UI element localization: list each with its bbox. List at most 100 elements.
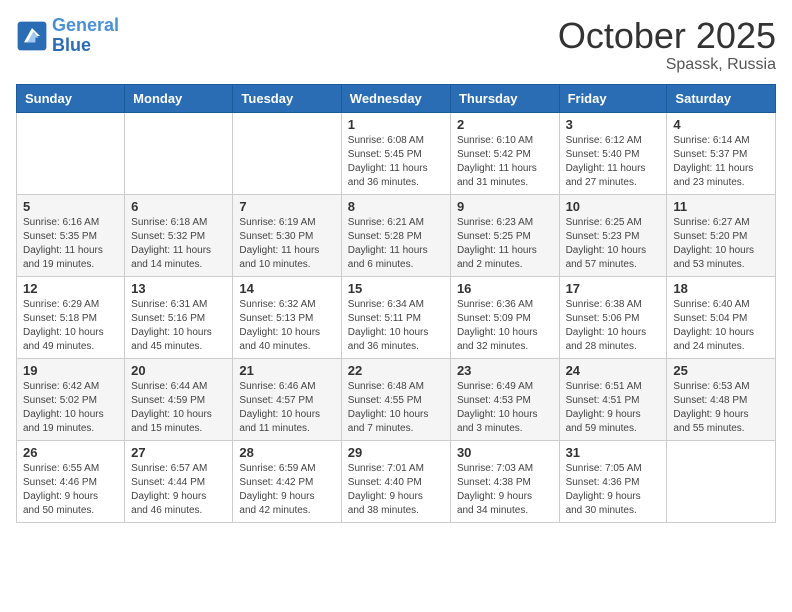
day-number: 29 xyxy=(348,445,444,460)
weekday-header: Sunday xyxy=(17,84,125,112)
day-info: Sunrise: 6:29 AM Sunset: 5:18 PM Dayligh… xyxy=(23,298,118,354)
day-info: Sunrise: 6:51 AM Sunset: 4:51 PM Dayligh… xyxy=(566,380,661,436)
calendar-cell: 5Sunrise: 6:16 AM Sunset: 5:35 PM Daylig… xyxy=(17,194,125,276)
calendar-cell: 21Sunrise: 6:46 AM Sunset: 4:57 PM Dayli… xyxy=(233,358,341,440)
calendar-cell: 22Sunrise: 6:48 AM Sunset: 4:55 PM Dayli… xyxy=(341,358,450,440)
day-number: 26 xyxy=(23,445,118,460)
day-info: Sunrise: 6:53 AM Sunset: 4:48 PM Dayligh… xyxy=(673,380,769,436)
calendar-table: SundayMondayTuesdayWednesdayThursdayFrid… xyxy=(16,84,776,523)
day-info: Sunrise: 6:19 AM Sunset: 5:30 PM Dayligh… xyxy=(239,216,334,272)
calendar-cell: 27 Sunrise: 6:57 AM Sunset: 4:44 PM Dayli… xyxy=(125,440,233,522)
day-number: 3 xyxy=(566,117,661,132)
day-info: Sunrise: 6:36 AM Sunset: 5:09 PM Dayligh… xyxy=(457,298,553,354)
calendar-cell: 24 Sunrise: 6:51 AM Sunset: 4:51 PM Dayli… xyxy=(559,358,667,440)
day-number: 12 xyxy=(23,281,118,296)
day-info: Sunrise: 6:44 AM Sunset: 4:59 PM Dayligh… xyxy=(131,380,226,436)
calendar-cell: 13Sunrise: 6:31 AM Sunset: 5:16 PM Dayli… xyxy=(125,276,233,358)
day-info: Sunrise: 6:48 AM Sunset: 4:55 PM Dayligh… xyxy=(348,380,444,436)
calendar-cell: 6Sunrise: 6:18 AM Sunset: 5:32 PM Daylig… xyxy=(125,194,233,276)
day-info: Sunrise: 7:03 AM Sunset: 4:38 PM Dayligh… xyxy=(457,462,553,518)
page-header: General Blue October 2025 Spassk, Russia xyxy=(16,16,776,74)
day-info: Sunrise: 6:46 AM Sunset: 4:57 PM Dayligh… xyxy=(239,380,334,436)
day-number: 11 xyxy=(673,199,769,214)
calendar-cell: 8 Sunrise: 6:21 AM Sunset: 5:28 PM Daylig… xyxy=(341,194,450,276)
day-number: 4 xyxy=(673,117,769,132)
weekday-header: Friday xyxy=(559,84,667,112)
day-number: 5 xyxy=(23,199,118,214)
weekday-header: Saturday xyxy=(667,84,776,112)
day-info: Sunrise: 6:23 AM Sunset: 5:25 PM Dayligh… xyxy=(457,216,553,272)
calendar-cell xyxy=(667,440,776,522)
day-number: 14 xyxy=(239,281,334,296)
day-info: Sunrise: 6:49 AM Sunset: 4:53 PM Dayligh… xyxy=(457,380,553,436)
day-number: 17 xyxy=(566,281,661,296)
calendar-cell: 15 Sunrise: 6:34 AM Sunset: 5:11 PM Dayli… xyxy=(341,276,450,358)
calendar-week-row: 19 Sunrise: 6:42 AM Sunset: 5:02 PM Dayli… xyxy=(17,358,776,440)
day-info: Sunrise: 7:05 AM Sunset: 4:36 PM Dayligh… xyxy=(566,462,661,518)
location-title: Spassk, Russia xyxy=(558,56,776,74)
day-number: 10 xyxy=(566,199,661,214)
calendar-cell: 4 Sunrise: 6:14 AM Sunset: 5:37 PM Daylig… xyxy=(667,112,776,194)
day-number: 2 xyxy=(457,117,553,132)
day-info: Sunrise: 6:08 AM Sunset: 5:45 PM Dayligh… xyxy=(348,134,444,190)
day-info: Sunrise: 6:55 AM Sunset: 4:46 PM Dayligh… xyxy=(23,462,118,518)
calendar-cell: 20Sunrise: 6:44 AM Sunset: 4:59 PM Dayli… xyxy=(125,358,233,440)
day-info: Sunrise: 6:18 AM Sunset: 5:32 PM Dayligh… xyxy=(131,216,226,272)
calendar-cell: 10 Sunrise: 6:25 AM Sunset: 5:23 PM Dayli… xyxy=(559,194,667,276)
day-number: 23 xyxy=(457,363,553,378)
day-number: 7 xyxy=(239,199,334,214)
day-info: Sunrise: 6:25 AM Sunset: 5:23 PM Dayligh… xyxy=(566,216,661,272)
day-number: 18 xyxy=(673,281,769,296)
calendar-cell: 23 Sunrise: 6:49 AM Sunset: 4:53 PM Dayli… xyxy=(450,358,559,440)
calendar-cell xyxy=(17,112,125,194)
weekday-header: Monday xyxy=(125,84,233,112)
day-info: Sunrise: 6:40 AM Sunset: 5:04 PM Dayligh… xyxy=(673,298,769,354)
calendar-week-row: 12 Sunrise: 6:29 AM Sunset: 5:18 PM Dayli… xyxy=(17,276,776,358)
calendar-cell: 18 Sunrise: 6:40 AM Sunset: 5:04 PM Dayli… xyxy=(667,276,776,358)
day-info: Sunrise: 6:14 AM Sunset: 5:37 PM Dayligh… xyxy=(673,134,769,190)
calendar-cell: 7 Sunrise: 6:19 AM Sunset: 5:30 PM Daylig… xyxy=(233,194,341,276)
weekday-header: Thursday xyxy=(450,84,559,112)
weekday-header-row: SundayMondayTuesdayWednesdayThursdayFrid… xyxy=(17,84,776,112)
calendar-cell: 29Sunrise: 7:01 AM Sunset: 4:40 PM Dayli… xyxy=(341,440,450,522)
calendar-cell: 9Sunrise: 6:23 AM Sunset: 5:25 PM Daylig… xyxy=(450,194,559,276)
calendar-cell: 17 Sunrise: 6:38 AM Sunset: 5:06 PM Dayli… xyxy=(559,276,667,358)
day-info: Sunrise: 6:38 AM Sunset: 5:06 PM Dayligh… xyxy=(566,298,661,354)
calendar-week-row: 26 Sunrise: 6:55 AM Sunset: 4:46 PM Dayli… xyxy=(17,440,776,522)
calendar-week-row: 1Sunrise: 6:08 AM Sunset: 5:45 PM Daylig… xyxy=(17,112,776,194)
day-number: 31 xyxy=(566,445,661,460)
logo: General Blue xyxy=(16,16,119,56)
day-number: 28 xyxy=(239,445,334,460)
logo-line2: Blue xyxy=(52,36,119,56)
calendar-cell: 19 Sunrise: 6:42 AM Sunset: 5:02 PM Dayli… xyxy=(17,358,125,440)
day-number: 25 xyxy=(673,363,769,378)
month-title: October 2025 xyxy=(558,16,776,56)
logo-line1: General xyxy=(52,15,119,35)
day-info: Sunrise: 6:10 AM Sunset: 5:42 PM Dayligh… xyxy=(457,134,553,190)
day-number: 16 xyxy=(457,281,553,296)
calendar-cell: 3 Sunrise: 6:12 AM Sunset: 5:40 PM Daylig… xyxy=(559,112,667,194)
calendar-cell xyxy=(125,112,233,194)
day-info: Sunrise: 6:57 AM Sunset: 4:44 PM Dayligh… xyxy=(131,462,226,518)
day-info: Sunrise: 6:12 AM Sunset: 5:40 PM Dayligh… xyxy=(566,134,661,190)
day-number: 30 xyxy=(457,445,553,460)
day-info: Sunrise: 6:27 AM Sunset: 5:20 PM Dayligh… xyxy=(673,216,769,272)
day-info: Sunrise: 6:32 AM Sunset: 5:13 PM Dayligh… xyxy=(239,298,334,354)
day-number: 8 xyxy=(348,199,444,214)
day-number: 15 xyxy=(348,281,444,296)
calendar-cell: 1Sunrise: 6:08 AM Sunset: 5:45 PM Daylig… xyxy=(341,112,450,194)
day-number: 24 xyxy=(566,363,661,378)
day-info: Sunrise: 6:42 AM Sunset: 5:02 PM Dayligh… xyxy=(23,380,118,436)
logo-text: General Blue xyxy=(52,16,119,56)
calendar-cell: 30 Sunrise: 7:03 AM Sunset: 4:38 PM Dayli… xyxy=(450,440,559,522)
day-info: Sunrise: 6:34 AM Sunset: 5:11 PM Dayligh… xyxy=(348,298,444,354)
calendar-cell: 16 Sunrise: 6:36 AM Sunset: 5:09 PM Dayli… xyxy=(450,276,559,358)
day-info: Sunrise: 6:59 AM Sunset: 4:42 PM Dayligh… xyxy=(239,462,334,518)
day-number: 27 xyxy=(131,445,226,460)
calendar-cell: 26 Sunrise: 6:55 AM Sunset: 4:46 PM Dayli… xyxy=(17,440,125,522)
day-number: 19 xyxy=(23,363,118,378)
calendar-cell: 25 Sunrise: 6:53 AM Sunset: 4:48 PM Dayli… xyxy=(667,358,776,440)
day-number: 13 xyxy=(131,281,226,296)
weekday-header: Wednesday xyxy=(341,84,450,112)
day-info: Sunrise: 6:21 AM Sunset: 5:28 PM Dayligh… xyxy=(348,216,444,272)
